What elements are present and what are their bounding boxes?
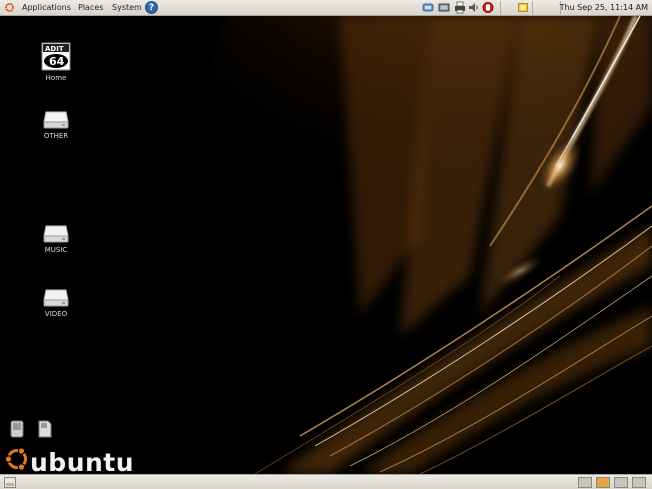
desktop-icon-label: Home — [45, 74, 67, 82]
desktop-icon-other[interactable]: OTHER — [26, 110, 86, 140]
home-icon: ADIT 64 — [41, 42, 71, 71]
show-desktop-icon[interactable] — [4, 477, 16, 488]
workspace-2[interactable] — [596, 477, 610, 488]
screen-icon[interactable] — [438, 1, 450, 14]
drive-icon — [43, 289, 69, 307]
desktop-icon-label: VIDEO — [44, 310, 68, 318]
svg-text:64: 64 — [49, 55, 65, 68]
top-panel: Applications Places System ? Thu Sep 25,… — [0, 0, 652, 16]
desktop-icon-home[interactable]: ADIT 64 Home — [26, 42, 86, 82]
panel-separator — [532, 1, 533, 16]
workspace-3[interactable] — [614, 477, 628, 488]
volume-icon[interactable] — [468, 1, 480, 14]
system-menu[interactable]: System — [112, 0, 142, 15]
ubuntu-branding: ubuntu — [4, 442, 164, 474]
wallpaper — [0, 16, 652, 474]
memory-card-icon[interactable] — [38, 420, 52, 438]
bottom-panel — [0, 474, 652, 489]
desktop-icon-label: MUSIC — [44, 246, 68, 254]
workspace-1[interactable] — [578, 477, 592, 488]
panel-separator — [500, 1, 501, 16]
update-notifier-icon[interactable] — [482, 1, 494, 14]
workspace-4[interactable] — [632, 477, 646, 488]
desktop-icon-music[interactable]: MUSIC — [26, 224, 86, 254]
help-icon[interactable]: ? — [145, 1, 158, 14]
ubuntu-wordmark: ubuntu — [30, 448, 135, 474]
printer-icon[interactable] — [454, 1, 466, 14]
applications-menu[interactable]: Applications — [22, 0, 71, 15]
home-badge-text: ADIT — [45, 45, 64, 53]
notes-icon[interactable] — [517, 1, 529, 14]
clock[interactable]: Thu Sep 25, 11:14 AM — [560, 0, 648, 15]
removable-drive-icon[interactable] — [10, 420, 24, 438]
places-menu[interactable]: Places — [78, 0, 103, 15]
drive-icon — [43, 225, 69, 243]
desktop-icon-label: OTHER — [43, 132, 69, 140]
ubuntu-circle-of-friends-icon — [4, 447, 27, 471]
desktop-icon-video[interactable]: VIDEO — [26, 288, 86, 318]
desktop[interactable]: ADIT 64 Home OTHER MUSIC VIDEO ubuntu — [0, 16, 652, 474]
network-icon[interactable] — [422, 1, 434, 14]
ubuntu-logo-icon[interactable] — [4, 2, 15, 13]
drive-icon — [43, 111, 69, 129]
